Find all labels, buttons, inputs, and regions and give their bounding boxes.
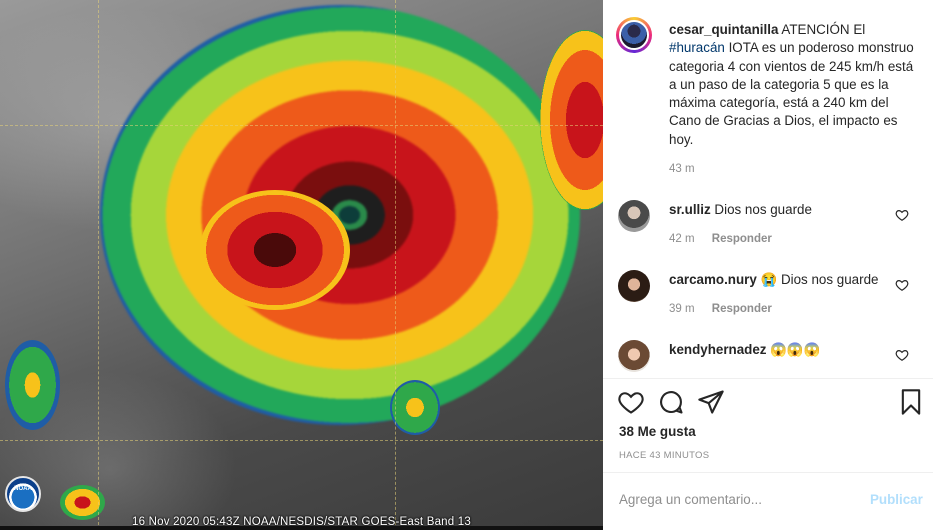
lat-lon-grid-line — [0, 440, 603, 441]
comment-meta: 39 m Responder — [669, 303, 772, 315]
lat-lon-grid-line — [0, 125, 603, 126]
divider — [603, 472, 933, 473]
share-icon[interactable] — [697, 388, 725, 416]
comment-heart-icon[interactable] — [895, 208, 909, 222]
comment-heart-icon[interactable] — [895, 348, 909, 362]
comment-text: 😱😱😱 — [770, 342, 821, 357]
caption-pre: El — [853, 22, 866, 37]
author-avatar[interactable] — [616, 17, 652, 53]
noaa-logo-text: NOAA — [14, 486, 32, 492]
caption-rest: IOTA es un poderoso monstruo categoria 4… — [669, 40, 914, 147]
comment-item: kendyhernadez 😱😱😱 — [669, 342, 894, 358]
like-count[interactable]: 38 Me gusta — [619, 424, 696, 439]
post-media[interactable]: NOAA 16 Nov 2020 05:43Z NOAA/NESDIS/STAR… — [0, 0, 603, 530]
comment-icon[interactable] — [657, 388, 685, 416]
storm-band — [200, 190, 350, 310]
noaa-logo — [5, 476, 41, 512]
comment-time: 42 m — [669, 233, 695, 245]
comment-item: sr.ulliz Dios nos guarde — [669, 202, 894, 217]
comment-time: 39 m — [669, 303, 695, 315]
post-age: HACE 43 MINUTOS — [619, 450, 710, 461]
post-caption: cesar_quintanilla ATENCIÓN El #huracán I… — [669, 21, 914, 149]
lat-lon-grid-line — [98, 0, 99, 530]
action-bar — [603, 378, 933, 428]
reply-button[interactable]: Responder — [712, 303, 772, 315]
hashtag-link[interactable]: #huracán — [669, 40, 725, 55]
commenter-avatar[interactable] — [618, 340, 650, 372]
comment-text: Dios nos guarde — [714, 202, 812, 217]
heart-icon[interactable] — [617, 388, 645, 416]
bookmark-icon[interactable] — [897, 388, 925, 416]
commenter-avatar[interactable] — [618, 200, 650, 232]
comment-username[interactable]: sr.ulliz — [669, 202, 711, 217]
reply-button[interactable]: Responder — [712, 233, 772, 245]
hurricane-core — [100, 5, 580, 425]
comment-heart-icon[interactable] — [895, 278, 909, 292]
comment-username[interactable]: kendyhernadez — [669, 342, 767, 357]
commenter-avatar[interactable] — [618, 270, 650, 302]
storm-band — [5, 340, 60, 430]
comments-scroll-area[interactable]: cesar_quintanilla ATENCIÓN El #huracán I… — [603, 0, 933, 378]
comment-text: 😭 Dios nos guarde — [760, 272, 879, 287]
author-username[interactable]: cesar_quintanilla — [669, 22, 778, 37]
storm-band — [390, 380, 440, 435]
comment-item: carcamo.nury 😭 Dios nos guarde — [669, 272, 894, 288]
post-time: 43 m — [669, 163, 695, 175]
post-panel: cesar_quintanilla ATENCIÓN El #huracán I… — [603, 0, 933, 530]
comment-input[interactable]: Agrega un comentario... — [619, 492, 849, 507]
lat-lon-grid-line — [395, 0, 396, 530]
comment-username[interactable]: carcamo.nury — [669, 272, 757, 287]
comment-meta: 42 m Responder — [669, 233, 772, 245]
publish-button[interactable]: Publicar — [870, 492, 923, 507]
image-bottom-strip — [0, 526, 603, 530]
caption-start: ATENCIÓN — [781, 22, 850, 37]
